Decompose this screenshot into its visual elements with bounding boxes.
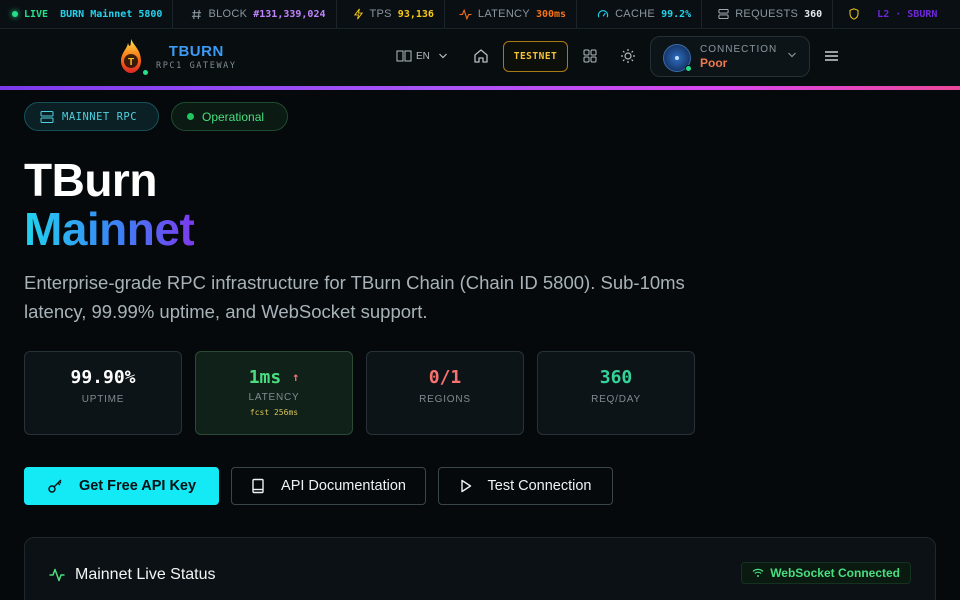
websocket-status-badge: WebSocket Connected [741, 562, 911, 584]
ticker-tps: TPS 93,136 [337, 0, 445, 28]
get-api-key-button[interactable]: Get Free API Key [24, 467, 219, 505]
api-documentation-label: API Documentation [281, 478, 406, 494]
stat-requests-label: REQ/DAY [591, 394, 641, 405]
connection-value: Poor [700, 56, 728, 70]
activity-icon [459, 8, 472, 20]
connection-label: CONNECTION [700, 44, 778, 55]
hash-icon [192, 9, 202, 19]
stat-latency-label: LATENCY [248, 392, 300, 403]
ticker-requests-label: REQUESTS [735, 8, 799, 20]
brand-subtitle: RPC1 GATEWAY [156, 61, 237, 71]
activity-icon [49, 568, 65, 582]
apps-button[interactable] [581, 47, 599, 65]
stat-latency-value: 1ms [248, 367, 282, 388]
header-accent-line [0, 86, 960, 90]
live-indicator-icon [12, 11, 18, 17]
ticker-requests-value: 360 [804, 8, 823, 20]
stat-uptime-value: 99.90% [70, 367, 136, 388]
status-ticker: LIVE BURN Mainnet 5800 BLOCK #131,339,02… [0, 0, 960, 29]
mainnet-rpc-label: MAINNET RPC [62, 110, 138, 123]
operational-badge: Operational [171, 102, 288, 131]
logo-letter: T [128, 57, 134, 68]
home-icon [474, 49, 488, 63]
connection-dot-icon [685, 65, 692, 72]
ticker-block-value: #131,339,024 [253, 8, 326, 20]
hamburger-icon [825, 51, 838, 61]
hero-description: Enterprise-grade RPC infrastructure for … [24, 272, 685, 322]
stat-uptime: 99.90% UPTIME [24, 351, 182, 435]
book-icon [252, 478, 264, 494]
ticker-network: BURN Mainnet 5800 [60, 8, 163, 20]
live-status-title: Mainnet Live Status [75, 566, 216, 583]
stat-regions-label: REGIONS [419, 394, 471, 405]
testnet-button[interactable]: TESTNET [503, 41, 568, 72]
ticker-cache-value: 99.2% [661, 8, 692, 20]
stat-latency: 1ms ↑ LATENCY fcst 256ms [195, 351, 353, 435]
menu-button[interactable] [824, 49, 839, 68]
bolt-icon [353, 8, 363, 20]
ticker-cache-label: CACHE [615, 8, 656, 20]
connection-status-dropdown[interactable]: CONNECTION Poor [650, 36, 810, 77]
shield-icon [849, 8, 859, 20]
stat-regions-value: 0/1 [428, 367, 462, 388]
theme-toggle[interactable] [619, 47, 637, 65]
stat-requests-value: 360 [599, 367, 633, 388]
ticker-latency-label: LATENCY [477, 8, 530, 20]
live-status-header: Mainnet Live Status [49, 566, 216, 584]
ticker-cache: CACHE 99.2% [577, 0, 703, 28]
live-status-card: Mainnet Live Status WebSocket Connected [24, 537, 936, 600]
ticker-latency: LATENCY 300ms [445, 0, 578, 28]
api-documentation-button[interactable]: API Documentation [231, 467, 426, 505]
chevron-down-icon [788, 52, 796, 58]
ticker-latency-value: 300ms [535, 8, 567, 20]
ticker-tps-label: TPS [369, 8, 392, 20]
ticker-extra: L2 · SBURN [833, 0, 947, 28]
trend-up-icon: ↑ [292, 370, 300, 384]
wifi-icon [752, 568, 764, 577]
websocket-status-label: WebSocket Connected [770, 566, 900, 580]
stat-latency-forecast: fcst 256ms [249, 408, 299, 417]
key-icon [48, 479, 62, 493]
chevron-down-icon [438, 53, 447, 59]
ticker-live-label: LIVE [24, 8, 49, 20]
ticker-live: LIVE BURN Mainnet 5800 [0, 0, 174, 28]
test-connection-button[interactable]: Test Connection [438, 467, 613, 505]
language-icon [396, 50, 412, 62]
home-button[interactable] [472, 47, 490, 65]
server-icon [40, 110, 54, 123]
hero-title-line2: Mainnet [24, 203, 195, 255]
stat-regions: 0/1 REGIONS [366, 351, 524, 435]
gauge-icon [597, 9, 609, 17]
language-selector[interactable]: EN [396, 49, 448, 63]
sun-icon [621, 49, 635, 63]
ticker-extra-value: L2 · SBURN [877, 8, 938, 20]
logo-status-dot [142, 69, 149, 76]
mainnet-rpc-badge: MAINNET RPC [24, 102, 159, 131]
operational-dot-icon [187, 113, 194, 120]
ticker-tps-value: 93,136 [397, 8, 434, 20]
get-api-key-label: Get Free API Key [78, 478, 197, 494]
stat-requests: 360 REQ/DAY [537, 351, 695, 435]
hero-title-line1: TBurn [24, 154, 157, 206]
play-icon [460, 479, 471, 493]
ticker-block-label: BLOCK [208, 8, 248, 20]
stat-uptime-label: UPTIME [81, 394, 125, 405]
top-navbar: T TBURN RPC1 GATEWAY EN TESTNET CONNECTI… [0, 29, 960, 87]
brand[interactable]: TBURN RPC1 GATEWAY [156, 43, 237, 71]
server-icon [718, 8, 729, 20]
stat-latency-value-wrap: 1ms ↑ [196, 367, 352, 388]
brand-title: TBURN [168, 43, 224, 60]
ticker-block: BLOCK #131,339,024 [173, 0, 337, 28]
test-connection-label: Test Connection [487, 478, 592, 494]
operational-label: Operational [202, 109, 265, 124]
language-label: EN [416, 50, 430, 62]
grid-icon [583, 49, 597, 63]
ticker-requests: REQUESTS 360 [702, 0, 834, 28]
